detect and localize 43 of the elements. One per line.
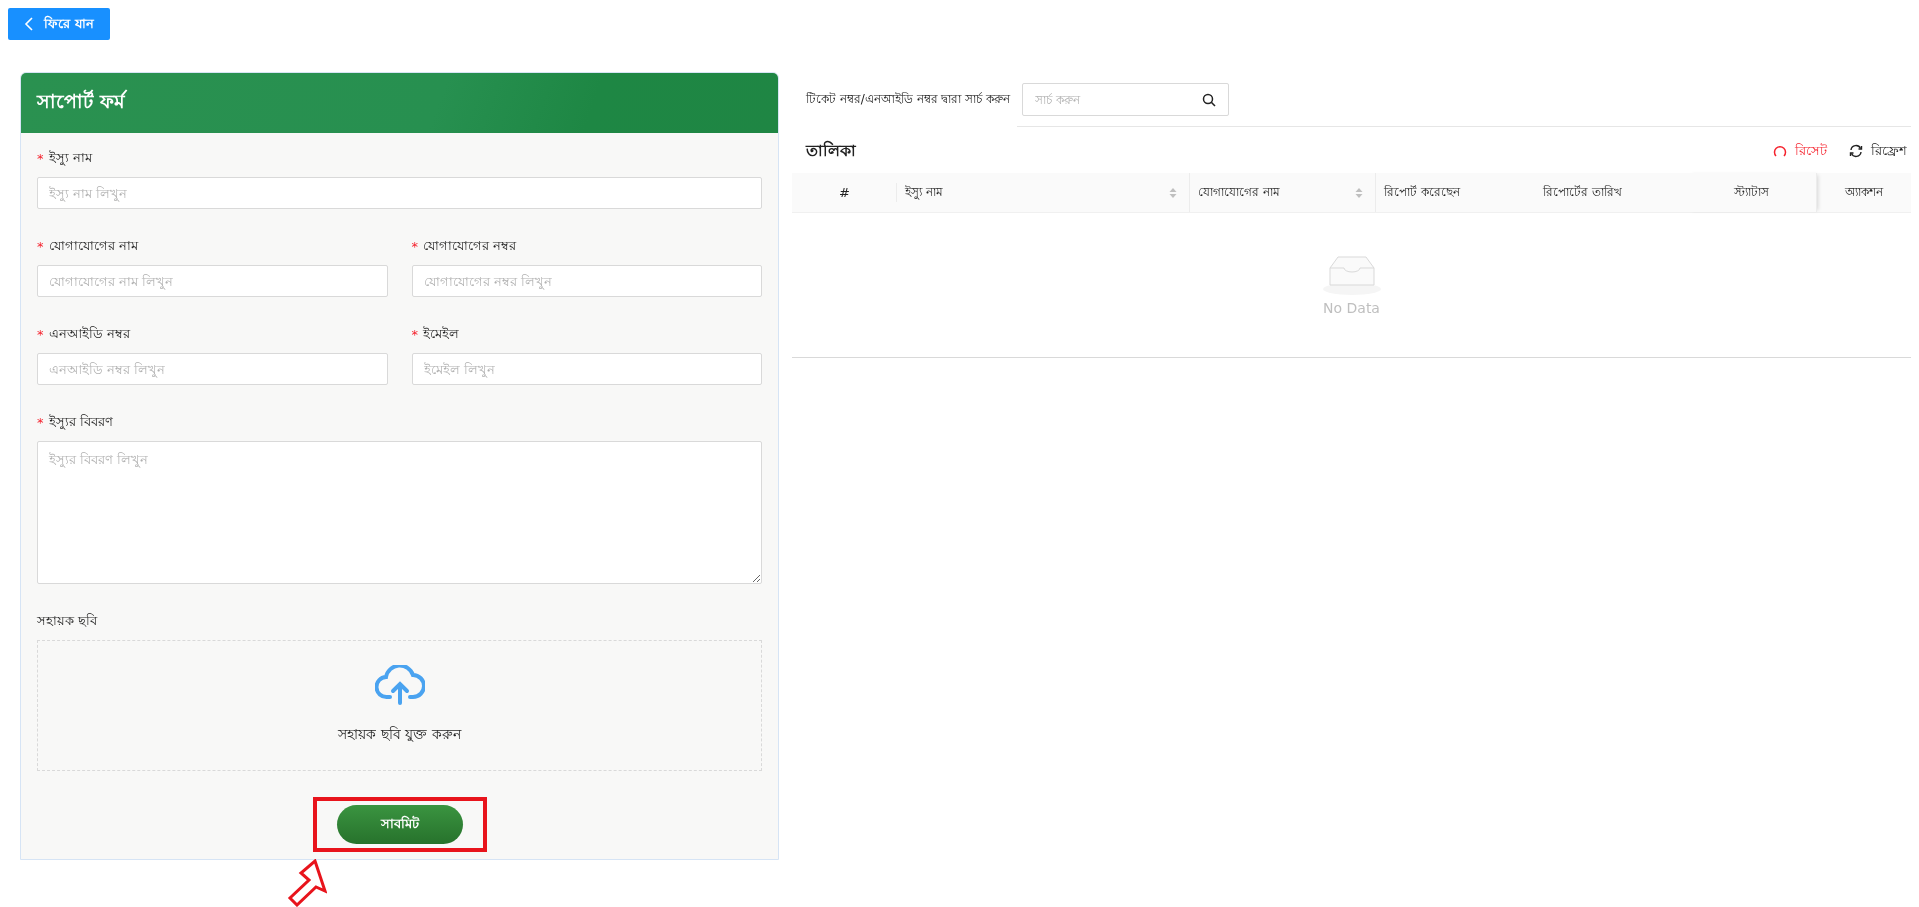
input-field[interactable]: ইমেইল লিখুন [411, 353, 762, 385]
sort-icon [1169, 186, 1177, 199]
required-asterisk: * [37, 414, 44, 430]
column-header: রিপোর্টের তারিখ [1542, 183, 1623, 201]
field-label: ইস্যু নাম [48, 148, 92, 168]
field-label: ইমেইল [423, 324, 459, 343]
input-field[interactable]: ইস্যু নাম লিখুন [37, 177, 762, 209]
field-label: ইস্যুর বিবরণ [48, 412, 113, 432]
search-label: টিকেট নম্বর/এনআইডি নম্বর দ্বারা সার্চ করুন [806, 90, 1011, 108]
refresh-button[interactable]: রিফ্রেশ [1849, 140, 1907, 162]
refresh-icon [1849, 144, 1863, 158]
column-header: # [792, 173, 897, 212]
submit-button[interactable]: সাবমিট [336, 805, 463, 844]
column-header: অ্যাকশন [1844, 183, 1885, 201]
required-asterisk: * [37, 326, 44, 342]
field-label: এনআইডি নম্বর [48, 324, 130, 343]
table-title: তালিকা [806, 139, 856, 162]
required-asterisk: * [37, 238, 44, 254]
column-header: রিপোর্ট করেছেন [1383, 183, 1462, 201]
text-area[interactable]: ইস্যুর বিবরণ লিখুন [37, 441, 762, 584]
column-header[interactable]: যোগাযোগের নাম [1190, 173, 1376, 212]
sort-icon [1355, 186, 1363, 199]
required-asterisk: * [411, 326, 418, 342]
input-field[interactable]: যোগাযোগের নম্বর লিখুন [411, 265, 762, 297]
input-field[interactable]: এনআইডি নম্বর লিখুন [37, 353, 388, 385]
required-asterisk: * [37, 150, 44, 166]
upload-text: সহায়ক ছবি যুক্ত করুন [338, 724, 461, 744]
field-label: সহায়ক ছবি [37, 611, 98, 630]
required-asterisk: * [411, 238, 418, 254]
field-label: যোগাযোগের নাম [48, 236, 138, 255]
search-field[interactable]: সার্চ করুন [1022, 83, 1230, 116]
upload-dropzone[interactable]: সহায়ক ছবি যুক্ত করুন [37, 640, 762, 771]
search-icon [1202, 93, 1217, 107]
form-title: সাপোর্ট ফর্ম [37, 88, 125, 114]
input-field[interactable]: যোগাযোগের নাম লিখুন [37, 265, 388, 297]
column-header: স্ট্যাটাস [1687, 173, 1817, 212]
reset-button[interactable]: রিসেট [1773, 140, 1827, 162]
field-label: যোগাযোগের নম্বর [423, 236, 517, 255]
cloud-upload-icon [374, 664, 425, 705]
reset-icon [1773, 144, 1787, 158]
chevron-left-icon [24, 17, 34, 31]
column-header[interactable]: ইস্যু নাম [897, 173, 1190, 212]
empty-text: No Data [1323, 300, 1380, 316]
